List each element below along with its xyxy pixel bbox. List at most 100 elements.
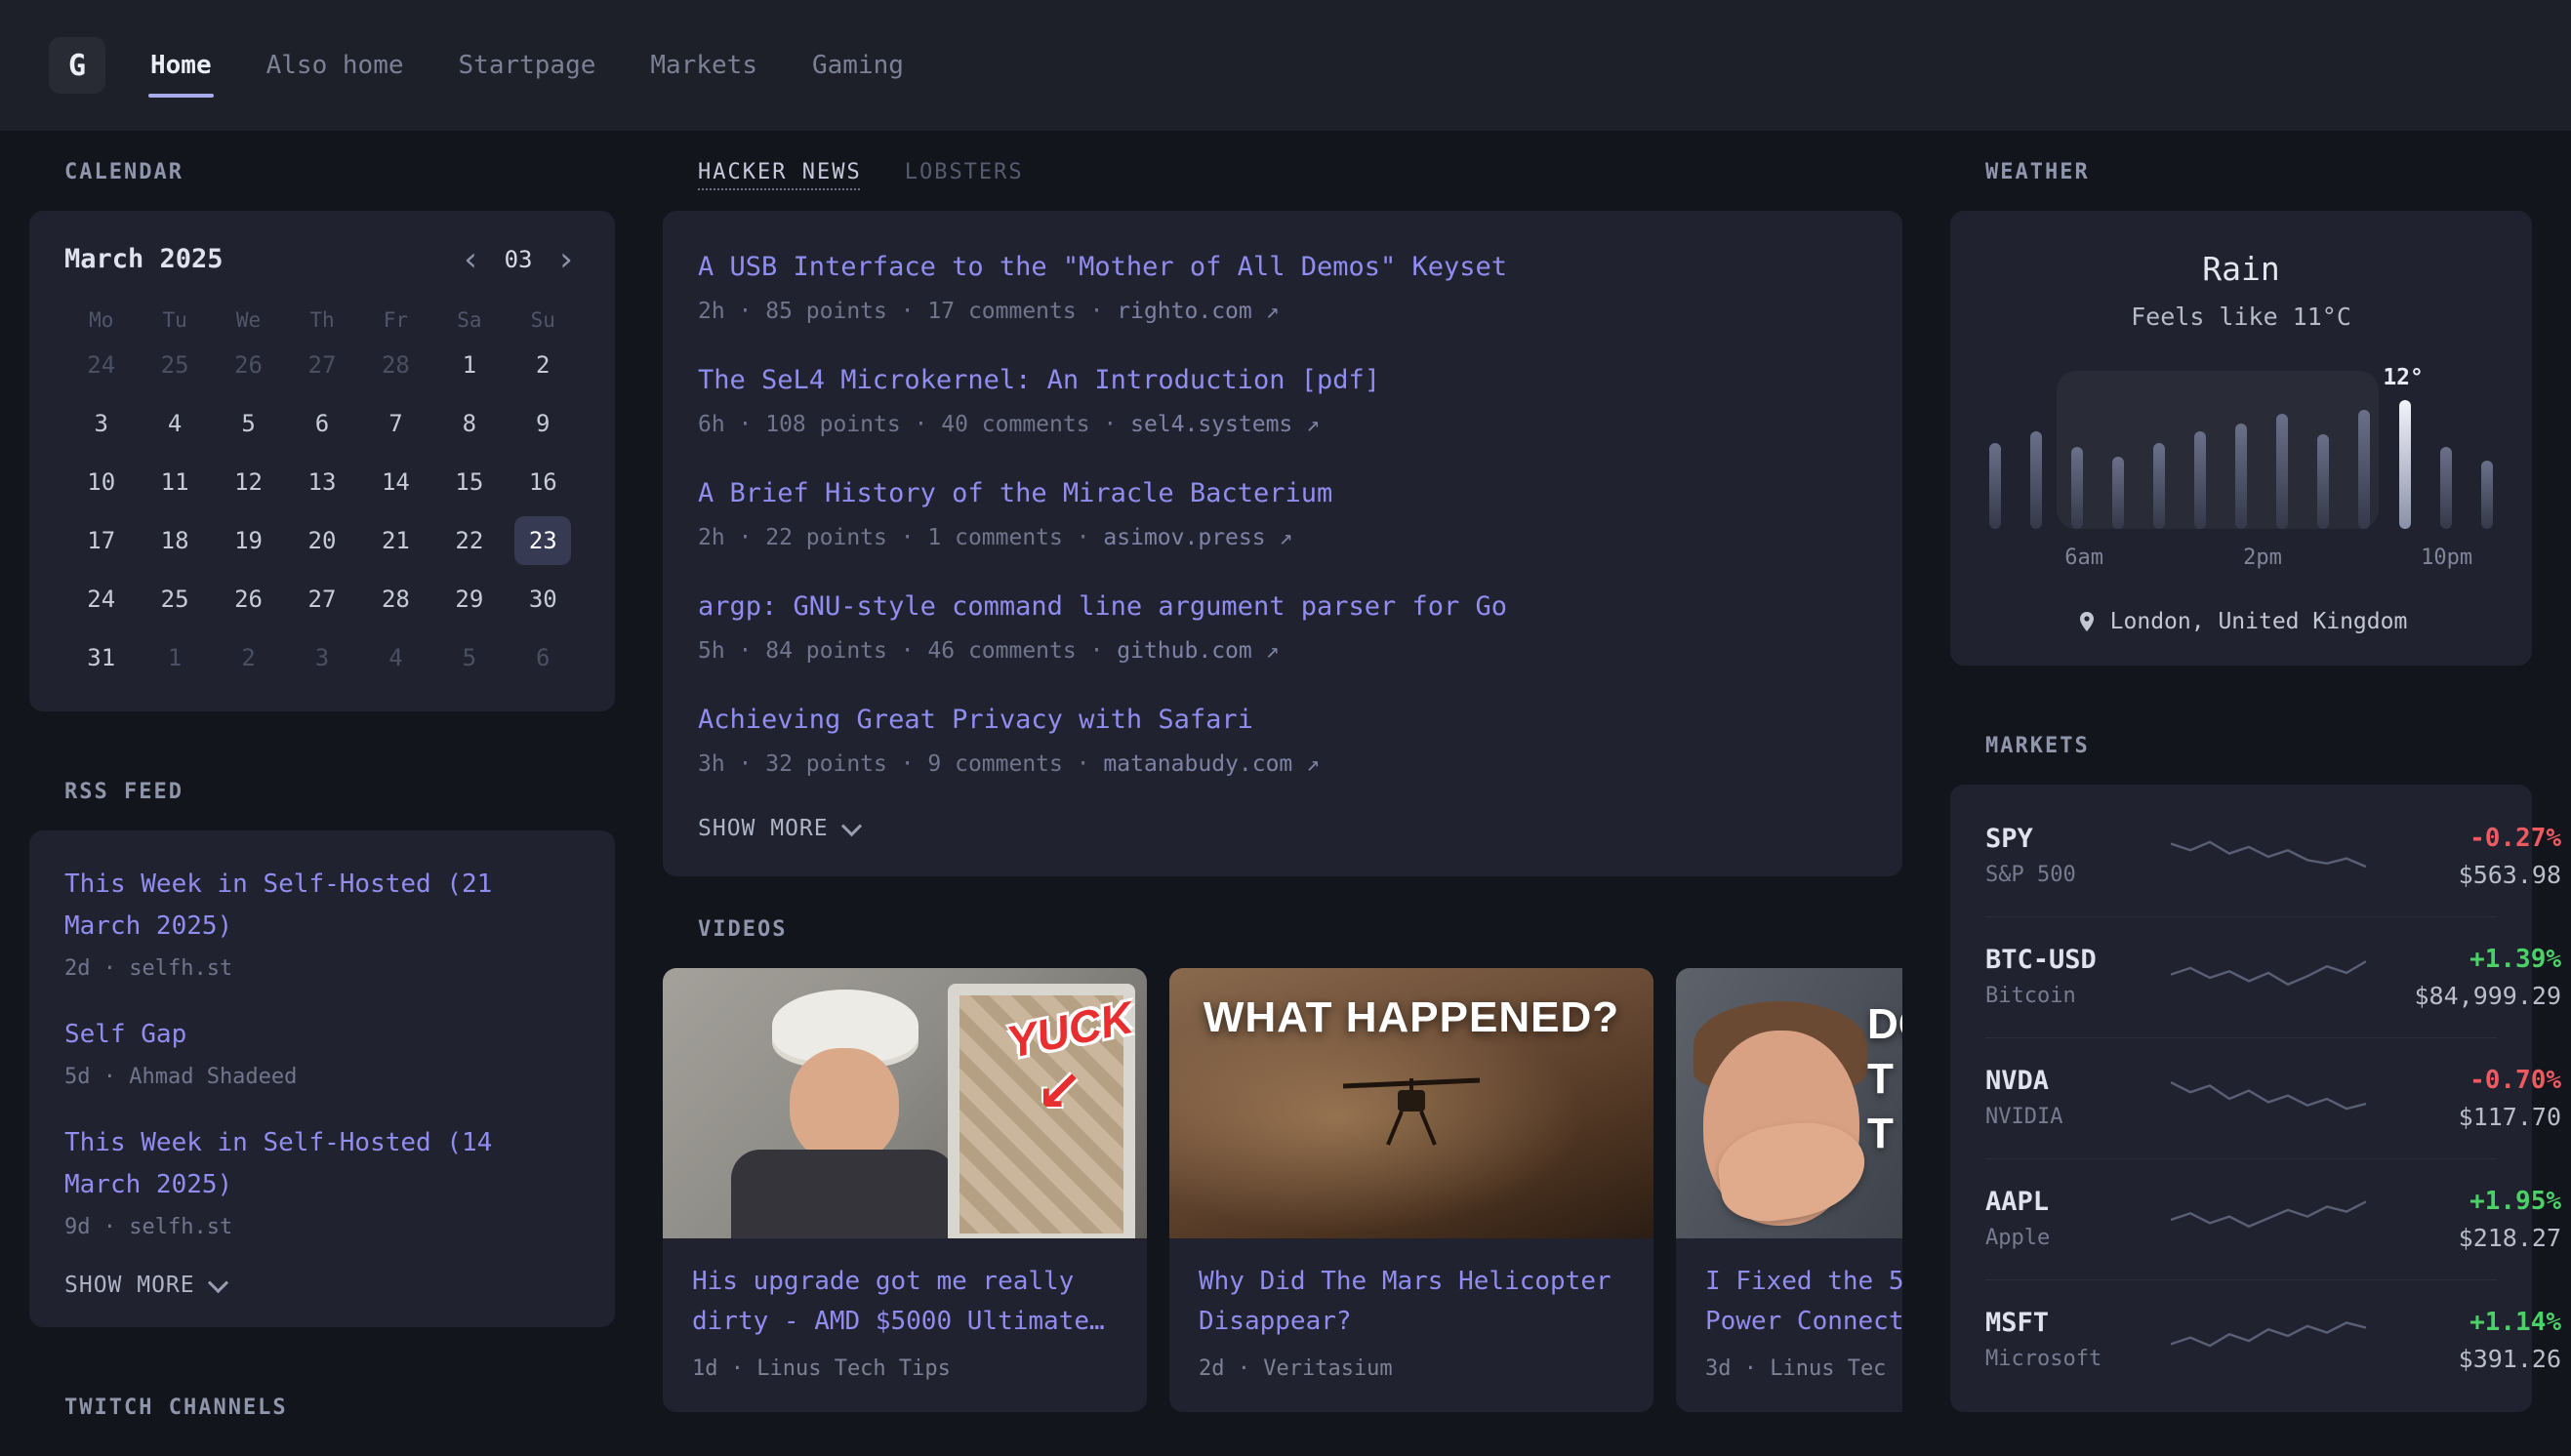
news-item-title[interactable]: A USB Interface to the "Mother of All De… — [698, 250, 1867, 285]
location-pin-icon — [2075, 609, 2099, 634]
market-ticker: SPY — [1985, 824, 2171, 855]
video-card[interactable]: WHAT HAPPENED?Why Did The Mars Helicopte… — [1169, 968, 1653, 1412]
calendar-day-number: 16 — [514, 458, 571, 506]
news-item-title[interactable]: Achieving Great Privacy with Safari — [698, 703, 1867, 738]
calendar-day: 11 — [138, 458, 211, 506]
market-name: Microsoft — [1985, 1346, 2171, 1373]
market-row-nvda[interactable]: NVDANVIDIA-0.70%$117.70 — [1985, 1037, 2497, 1158]
weekday-label: Th — [285, 303, 358, 337]
calendar-widget: CALENDAR March 2025 ‹ 03 › MoTuWeThFrSaS… — [29, 160, 615, 711]
videos-row: YUCK↙His upgrade got me reallydirty - AM… — [663, 968, 1902, 1412]
news-item-title[interactable]: A Brief History of the Miracle Bacterium — [698, 476, 1867, 511]
market-values: -0.27%$563.98 — [2366, 823, 2561, 890]
calendar-day: 27 — [285, 341, 358, 389]
video-title[interactable]: I Fixed the 5Power Connect — [1705, 1262, 1902, 1342]
calendar-day-number: 5 — [221, 399, 277, 448]
weather-temp-label: 12° — [2383, 365, 2424, 390]
calendar-day-number: 19 — [221, 516, 277, 565]
news-show-more-label: SHOW MORE — [698, 816, 829, 841]
market-row-spy[interactable]: SPYS&P 500-0.27%$563.98 — [1985, 796, 2497, 916]
nav-item-home[interactable]: Home — [148, 41, 214, 90]
weather-bar — [2317, 434, 2329, 529]
weather-time-label: 6am — [2064, 545, 2103, 572]
video-card[interactable]: YUCK↙His upgrade got me reallydirty - AM… — [663, 968, 1147, 1412]
weather-bar — [2399, 400, 2411, 529]
nav-items: Home Also home Startpage Markets Gaming — [148, 41, 906, 90]
weather-bar — [2153, 443, 2165, 529]
calendar-day-number: 5 — [441, 633, 498, 682]
market-info: SPY S&P 500 — [1985, 824, 2171, 889]
video-card[interactable]: DOTTI Fixed the 5Power Connect3d · Linus… — [1676, 968, 1902, 1412]
video-title[interactable]: Why Did The Mars HelicopterDisappear? — [1199, 1262, 1624, 1342]
calendar-day-number: 24 — [73, 341, 130, 389]
calendar-day-number: 18 — [146, 516, 203, 565]
market-price: $218.27 — [2366, 1224, 2561, 1253]
market-name: Bitcoin — [1985, 983, 2171, 1010]
calendar-day: 4 — [359, 633, 432, 682]
calendar-next-button[interactable]: › — [552, 245, 580, 274]
news-tabs: HACKER NEWS LOBSTERS — [698, 160, 1902, 185]
weather-bar — [2112, 457, 2124, 529]
news-item-title[interactable]: The SeL4 Microkernel: An Introduction [p… — [698, 363, 1867, 398]
news-item-meta: 2h · 22 points · 1 comments · asimov.pre… — [698, 523, 1867, 552]
nav-item-gaming[interactable]: Gaming — [810, 41, 906, 90]
news-item-domain[interactable]: github.com ↗ — [1117, 638, 1279, 664]
rss-item-title[interactable]: This Week in Self-Hosted (21 March 2025) — [64, 864, 580, 948]
calendar-day-number: 30 — [514, 575, 571, 624]
right-column: WEATHER Rain Feels like 11°C 12° 6am2pm1… — [1950, 160, 2532, 1446]
news-item-domain[interactable]: matanabudy.com ↗ — [1103, 751, 1320, 777]
weather-time-label: 10pm — [2421, 545, 2472, 572]
news-item-domain[interactable]: righto.com ↗ — [1117, 299, 1279, 324]
market-row-msft[interactable]: MSFTMicrosoft+1.14%$391.26 — [1985, 1279, 2497, 1400]
calendar-day-number: 10 — [73, 458, 130, 506]
nav-item-also-home[interactable]: Also home — [265, 41, 406, 90]
market-name: Apple — [1985, 1225, 2171, 1252]
market-sparkline — [2171, 830, 2366, 883]
rss-item-title[interactable]: Self Gap — [64, 1014, 580, 1056]
market-sparkline — [2171, 1193, 2366, 1246]
twitch-widget: TWITCH CHANNELS — [29, 1395, 615, 1421]
weather-daylight-region — [2057, 371, 2379, 529]
video-title[interactable]: His upgrade got me reallydirty - AMD $50… — [692, 1262, 1118, 1342]
nav-item-markets[interactable]: Markets — [648, 41, 759, 90]
calendar-day-number: 31 — [73, 633, 130, 682]
calendar-day: 28 — [359, 575, 432, 624]
nav-item-startpage[interactable]: Startpage — [457, 41, 598, 90]
calendar-day-number: 23 — [514, 516, 571, 565]
rss-show-more-button[interactable]: SHOW MORE — [64, 1273, 580, 1298]
news-item-meta: 6h · 108 points · 40 comments · sel4.sys… — [698, 410, 1867, 439]
calendar-day-number: 26 — [221, 575, 277, 624]
news-list: A USB Interface to the "Mother of All De… — [698, 250, 1867, 779]
calendar-day: 2 — [212, 633, 285, 682]
news-item-meta: 3h · 32 points · 9 comments · matanabudy… — [698, 749, 1867, 779]
calendar-day-number: 4 — [146, 399, 203, 448]
video-meta: 1d · Linus Tech Tips — [692, 1355, 1118, 1383]
news-item-domain[interactable]: sel4.systems ↗ — [1130, 412, 1320, 437]
markets-widget: MARKETS SPYS&P 500-0.27%$563.98BTC-USDBi… — [1950, 734, 2532, 1412]
weekday-label: Su — [507, 303, 580, 337]
market-row-aapl[interactable]: AAPLApple+1.95%$218.27 — [1985, 1158, 2497, 1279]
calendar-day-number: 27 — [294, 575, 350, 624]
calendar-day: 4 — [138, 399, 211, 448]
tab-hacker-news[interactable]: HACKER NEWS — [698, 160, 862, 185]
calendar-controls: ‹ 03 › — [457, 245, 580, 274]
news-item-domain[interactable]: asimov.press ↗ — [1103, 525, 1292, 550]
tab-lobsters[interactable]: LOBSTERS — [905, 160, 1024, 185]
calendar-prev-button[interactable]: ‹ — [457, 245, 484, 274]
dashboard-main: CALENDAR March 2025 ‹ 03 › MoTuWeThFrSaS… — [0, 131, 2571, 1446]
rss-item-title[interactable]: This Week in Self-Hosted (14 March 2025) — [64, 1122, 580, 1206]
news-item-title[interactable]: argp: GNU-style command line argument pa… — [698, 589, 1867, 625]
news-show-more-button[interactable]: SHOW MORE — [698, 816, 1867, 841]
market-values: +1.95%$218.27 — [2366, 1186, 2561, 1253]
calendar-day: 25 — [138, 575, 211, 624]
calendar-day: 3 — [285, 633, 358, 682]
calendar-weekdays: MoTuWeThFrSaSu — [64, 303, 580, 341]
calendar-day: 31 — [64, 633, 138, 682]
market-row-btc-usd[interactable]: BTC-USDBitcoin+1.39%$84,999.29 — [1985, 916, 2497, 1037]
market-name: S&P 500 — [1985, 862, 2171, 889]
calendar-day-number: 21 — [367, 516, 424, 565]
calendar-day: 19 — [212, 516, 285, 565]
calendar-day: 15 — [432, 458, 506, 506]
calendar-day: 25 — [138, 341, 211, 389]
app-logo[interactable]: G — [49, 37, 105, 94]
